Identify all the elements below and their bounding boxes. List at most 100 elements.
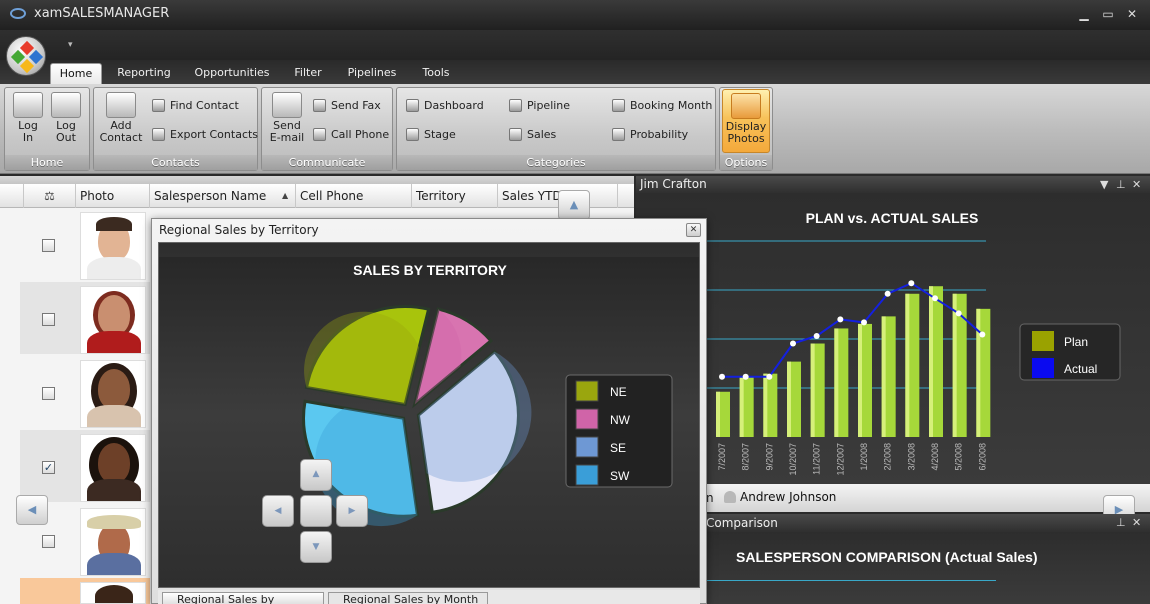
probability-label: Probability [630,128,689,141]
tab-pipelines[interactable]: Pipelines [342,63,402,85]
actual-point [979,331,986,338]
send-fax-button[interactable]: Send Fax [313,98,381,114]
pane-menu-icon[interactable]: ▼ [1100,176,1108,193]
sales-label: Sales [527,128,557,141]
pipeline-button[interactable]: Pipeline [509,98,570,114]
avatar [80,360,146,428]
plan-bar-highlight [834,328,839,437]
column-header-territory[interactable]: Territory [412,184,498,208]
scroll-left-button[interactable]: ◀ [16,495,48,525]
clock-icon [612,99,625,112]
call-phone-button[interactable]: Call Phone [313,127,389,143]
tab-regional-sales-month[interactable]: Regional Sales by Month [328,592,488,604]
plan-bar-highlight [716,391,720,437]
avatar-hair [96,217,132,231]
column-header-salesperson-name[interactable]: Salesperson Name ▲ [150,184,296,208]
find-contact-button[interactable]: Find Contact [152,98,239,114]
salesperson-tab-andrew[interactable]: Andrew Johnson [740,490,836,504]
actual-point [790,340,796,347]
row-checkbox[interactable] [42,239,55,252]
pane2-close-icon[interactable]: ✕ [1132,514,1141,532]
plan-bar-highlight [739,376,744,437]
export-icon [152,128,165,141]
row-checkbox[interactable] [42,313,55,326]
tab-filter[interactable]: Filter [288,63,328,85]
avatar [80,212,146,280]
pan-zoom-control[interactable]: ▲ ◀ ▶ ▼ [262,459,368,563]
dashboard-label: Dashboard [424,99,484,112]
scale-icon[interactable]: ⚖ [24,184,76,208]
scroll-up-button[interactable]: ▲ [558,190,590,220]
pane2-pin-icon[interactable]: ⊥ [1116,514,1126,532]
actual-point [861,319,867,326]
tab-home[interactable]: Home [50,63,102,85]
pan-center-button[interactable] [300,495,332,527]
grid-col-indicator [0,184,24,208]
tab-regional-sales-territory[interactable]: Regional Sales by Territory [162,592,324,604]
pane-close-icon[interactable]: ✕ [1132,176,1141,193]
x-tick-label: 4/2008 [930,443,940,471]
find-contact-label: Find Contact [170,99,239,112]
actual-point [837,316,844,323]
avatar [80,508,146,576]
login-button[interactable]: Log In [8,92,48,144]
legend-swatch-plan [1032,331,1054,351]
tab-reporting[interactable]: Reporting [112,63,176,85]
send-fax-label: Send Fax [331,99,381,112]
row-checkbox-checked[interactable]: ✓ [42,461,55,474]
magnifier-icon [152,99,165,112]
salesperson-tab-strip: n Andrew Johnson [636,484,1150,512]
plan-vs-actual-title: PLAN vs. ACTUAL SALES [806,210,979,226]
tab-opportunities[interactable]: Opportunities [190,63,274,85]
pane-pin-icon[interactable]: ⊥ [1116,176,1126,193]
quick-access-dropdown-icon[interactable]: ▾ [68,40,73,50]
sales-button[interactable]: Sales [509,127,556,143]
actual-point [884,290,891,297]
quick-access-bar [0,30,1150,60]
pane-header-title: Jim Crafton [640,177,707,191]
x-tick-label: 8/2007 [741,443,751,471]
pan-right-button[interactable]: ▶ [336,495,368,527]
app-icon [10,8,26,19]
column-header-photo[interactable]: Photo [76,184,150,208]
avatar-face [98,369,130,409]
probability-button[interactable]: Probability [612,127,688,143]
row-checkbox[interactable] [42,535,55,548]
booking-month-button[interactable]: Booking Month [612,98,712,114]
login-arrow-icon [13,92,43,118]
sales-icon [509,128,522,141]
send-email-button[interactable]: Send E-mail [266,92,308,144]
grid-header-spacer [0,176,634,184]
pan-left-button[interactable]: ◀ [262,495,294,527]
maximize-button[interactable]: ▭ [1100,7,1116,21]
salesperson-tab-partial[interactable]: n [706,491,714,505]
legend-swatch-ne [575,380,599,402]
export-contacts-button[interactable]: Export Contacts [152,127,258,143]
minimize-button[interactable]: ▁ [1076,7,1092,21]
logout-button[interactable]: Log Out [46,92,86,144]
plan-bar-highlight [976,308,981,437]
comparison-chart-title: SALESPERSON COMPARISON (Actual Sales) [736,549,1038,565]
add-contact-button[interactable]: Add Contact [98,92,144,144]
application-orb-button[interactable] [6,36,46,76]
x-tick-label: 11/2007 [812,443,822,475]
group-caption-communicate: Communicate [262,155,392,170]
actual-series-line [722,282,983,378]
stage-label: Stage [424,128,456,141]
tab-tools[interactable]: Tools [414,63,458,85]
actual-point [742,373,749,380]
display-photos-button[interactable]: Display Photos [722,89,770,153]
stage-button[interactable]: Stage [406,127,456,143]
x-tick-label: 7/2007 [717,443,727,471]
add-contact-label-2: Contact [99,131,143,144]
avatar-body [87,479,141,501]
close-button[interactable]: ✕ [1124,7,1140,21]
row-checkbox[interactable] [42,387,55,400]
comparison-header-title: Comparison [706,516,778,530]
dashboard-button[interactable]: Dashboard [406,98,484,114]
pan-down-button[interactable]: ▼ [300,531,332,563]
dialog-close-button[interactable]: ✕ [686,223,701,237]
export-contacts-label: Export Contacts [170,128,259,141]
column-header-cell-phone[interactable]: Cell Phone [296,184,412,208]
pan-up-button[interactable]: ▲ [300,459,332,491]
